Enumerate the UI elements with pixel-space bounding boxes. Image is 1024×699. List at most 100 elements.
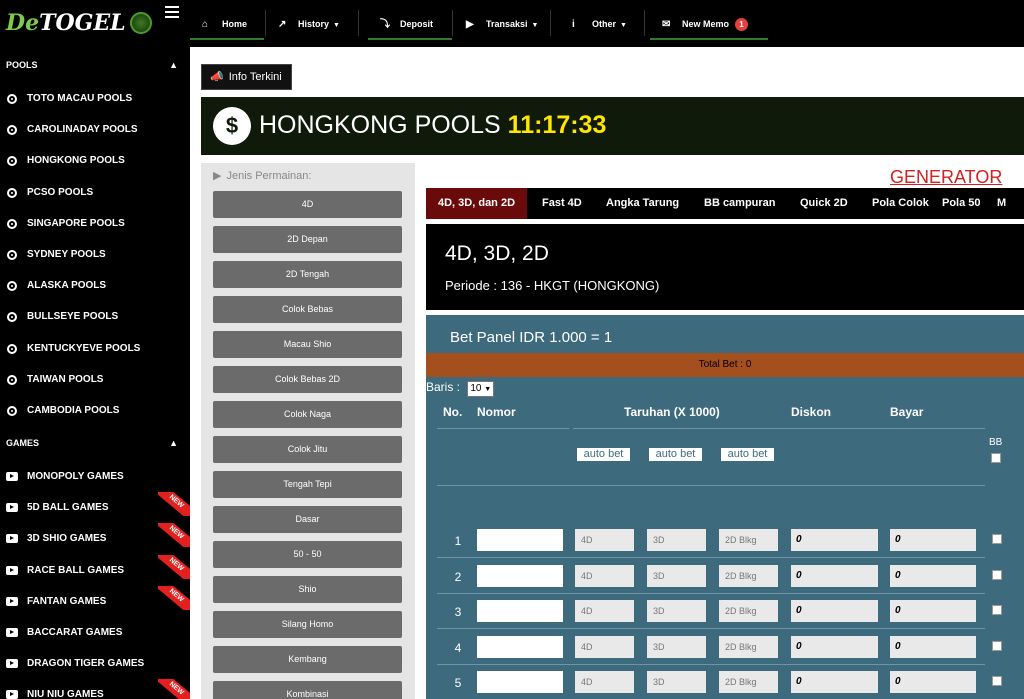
bet-type-tab[interactable]: 4D, 3D, dan 2D xyxy=(426,188,528,219)
bet-type-tab[interactable]: Pola Colok xyxy=(860,188,941,219)
nav-transaksi[interactable]: ▶ Transaksi ▼ xyxy=(454,8,544,40)
game-type-button[interactable]: Tengah Tepi xyxy=(213,471,402,498)
col-no: No. xyxy=(443,405,463,419)
sidebar-pool-item[interactable]: CAMBODIA POOLS xyxy=(0,395,190,426)
bb-checkbox[interactable] xyxy=(992,676,1002,687)
new-ribbon: NEW xyxy=(158,492,190,517)
bet-2d-input[interactable]: 2D Blkg xyxy=(719,635,778,658)
bb-all-checkbox[interactable] xyxy=(991,453,1001,463)
nav-deposit[interactable]: ⤵ Deposit xyxy=(368,8,452,40)
bet-panel: Bet Panel IDR 1.000 = 1 Total Bet : 0 Ba… xyxy=(426,315,1024,699)
sidebar-pool-item[interactable]: SINGAPORE POOLS xyxy=(0,208,190,239)
bet-type-tab[interactable]: BB campuran xyxy=(692,188,788,219)
target-circle-icon xyxy=(7,406,17,416)
bet-4d-input[interactable]: 4D xyxy=(575,529,634,551)
bet-3d-input[interactable]: 3D xyxy=(647,529,706,551)
logo[interactable]: DeTOGEL xyxy=(6,8,156,38)
bet-3d-input[interactable]: 3D xyxy=(647,564,706,587)
rows-select[interactable]: 10 ▼ xyxy=(467,381,495,397)
nav-other[interactable]: i Other ▼ xyxy=(560,8,640,40)
pools-section-header[interactable]: POOLS ▲ xyxy=(0,55,190,75)
bet-2d-input[interactable]: 2D Blkg xyxy=(719,671,778,694)
nomor-input[interactable] xyxy=(477,635,563,658)
diskon-field: 0 xyxy=(791,600,878,623)
game-type-button[interactable]: Colok Naga xyxy=(213,401,402,428)
sidebar-pool-item[interactable]: HONGKONG POOLS xyxy=(0,145,190,176)
generator-link[interactable]: GENERATOR xyxy=(890,167,1002,188)
sidebar-pool-item[interactable]: SYDNEY POOLS xyxy=(0,239,190,270)
sidebar-game-item[interactable]: DRAGON TIGER GAMES xyxy=(0,648,190,679)
bet-2d-input[interactable]: 2D Blkg xyxy=(719,600,778,623)
game-type-button[interactable]: 2D Tengah xyxy=(213,261,402,288)
bb-checkbox[interactable] xyxy=(992,640,1002,651)
game-type-heading: ▶ Jenis Permainan: xyxy=(213,169,311,182)
game-type-button[interactable]: 2D Depan xyxy=(213,226,402,253)
game-type-button[interactable]: Colok Bebas xyxy=(213,296,402,323)
nav-history[interactable]: ↗ History ▼ xyxy=(266,8,354,40)
games-section-header[interactable]: GAMES ▲ xyxy=(0,433,190,453)
sidebar-game-item[interactable]: RACE BALL GAMES NEW xyxy=(0,554,190,586)
nomor-input[interactable] xyxy=(477,529,563,551)
game-type-button[interactable]: Silang Homo xyxy=(213,611,402,638)
sidebar-pool-item[interactable]: BULLSEYE POOLS xyxy=(0,301,190,332)
sidebar-game-item[interactable]: 5D BALL GAMES NEW xyxy=(0,492,190,523)
bb-checkbox[interactable] xyxy=(992,605,1002,616)
sidebar-game-item[interactable]: FANTAN GAMES NEW xyxy=(0,585,190,617)
game-type-button[interactable]: Dasar xyxy=(213,506,402,533)
bet-type-tab[interactable]: Pola 50 xyxy=(930,188,993,219)
auto-bet-4d-button[interactable]: auto bet xyxy=(577,448,630,461)
nomor-input[interactable] xyxy=(477,600,563,623)
info-terkini-button[interactable]: 📣 Info Terkini xyxy=(201,64,292,90)
info-icon: i xyxy=(572,19,575,30)
sidebar-pool-item[interactable]: TAIWAN POOLS xyxy=(0,364,190,395)
game-type-button[interactable]: Macau Shio xyxy=(213,331,402,358)
bet-4d-input[interactable]: 4D xyxy=(575,564,634,587)
bet-3d-input[interactable]: 3D xyxy=(647,600,706,623)
game-type-button[interactable]: Colok Jitu xyxy=(213,436,402,463)
bb-checkbox[interactable] xyxy=(992,569,1002,580)
sidebar-pool-item[interactable]: ALASKA POOLS xyxy=(0,270,190,301)
bet-3d-input[interactable]: 3D xyxy=(647,635,706,658)
new-badge: NEW xyxy=(158,492,190,517)
nav-new-memo[interactable]: ✉ New Memo 1 xyxy=(650,8,768,40)
col-taruhan: Taruhan (X 1000) xyxy=(624,405,720,419)
bet-4d-input[interactable]: 4D xyxy=(575,635,634,658)
sidebar-pool-label: HONGKONG POOLS xyxy=(27,155,125,167)
game-type-button[interactable]: 4D xyxy=(213,191,402,218)
bet-3d-input[interactable]: 3D xyxy=(647,671,706,694)
bet-type-tab[interactable]: M xyxy=(985,188,1018,219)
game-type-button[interactable]: 50 - 50 xyxy=(213,541,402,568)
sidebar-pool-item[interactable]: KENTUCKYEVE POOLS xyxy=(0,333,190,364)
hamburger-menu-icon[interactable] xyxy=(165,6,179,18)
sidebar-pool-item[interactable]: PCSO POOLS xyxy=(0,177,190,208)
game-type-button[interactable]: Kombinasi xyxy=(213,681,402,699)
row-number: 2 xyxy=(454,569,462,584)
video-play-icon xyxy=(6,534,18,544)
nomor-input[interactable] xyxy=(477,564,563,587)
nav-home[interactable]: ⌂ Home xyxy=(190,8,264,40)
bet-2d-input[interactable]: 2D Blkg xyxy=(719,529,778,551)
sidebar-pool-item[interactable]: TOTO MACAU POOLS xyxy=(0,83,190,114)
game-type-button[interactable]: Colok Bebas 2D xyxy=(213,366,402,393)
sidebar-game-item[interactable]: NIU NIU GAMES NEW xyxy=(0,679,190,699)
sidebar-pool-label: KENTUCKYEVE POOLS xyxy=(27,342,141,354)
sidebar-game-item[interactable]: MONOPOLY GAMES xyxy=(0,461,190,492)
bb-checkbox[interactable] xyxy=(992,534,1002,544)
game-type-button[interactable]: Shio xyxy=(213,576,402,603)
auto-bet-2d-button[interactable]: auto bet xyxy=(721,448,774,461)
game-type-button[interactable]: Kembang xyxy=(213,646,402,673)
sidebar-game-label: FANTAN GAMES xyxy=(27,595,107,607)
nomor-input[interactable] xyxy=(477,671,563,694)
bet-type-tab[interactable]: Quick 2D xyxy=(788,188,860,219)
bet-4d-input[interactable]: 4D xyxy=(575,600,634,623)
sidebar-game-item[interactable]: BACCARAT GAMES xyxy=(0,617,190,648)
bet-2d-input[interactable]: 2D Blkg xyxy=(719,564,778,587)
sidebar-game-item[interactable]: 3D SHIO GAMES NEW xyxy=(0,523,190,554)
bet-4d-input[interactable]: 4D xyxy=(575,671,634,694)
sidebar: DeTOGEL POOLS ▲ TOTO MACAU POOLS CAROLINA… xyxy=(0,0,190,699)
bet-type-tab[interactable]: Angka Tarung xyxy=(594,188,691,219)
row-number: 5 xyxy=(454,676,462,691)
bet-type-tab[interactable]: Fast 4D xyxy=(530,188,594,219)
auto-bet-3d-button[interactable]: auto bet xyxy=(649,448,702,461)
sidebar-pool-item[interactable]: CAROLINADAY POOLS xyxy=(0,114,190,145)
